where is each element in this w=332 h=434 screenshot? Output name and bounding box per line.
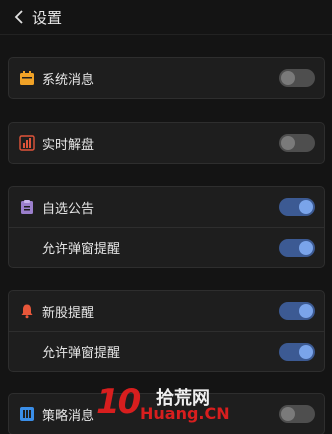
system-message-card: 系统消息 [8,57,325,99]
bell-icon [18,302,36,320]
toggle-knob [299,345,313,359]
watchlist-notice-card: 自选公告 允许弹窗提醒 [8,186,325,268]
back-arrow-icon[interactable] [8,7,30,27]
setting-label: 实时解盘 [42,137,95,153]
page-title: 设置 [32,8,63,27]
setting-row-watchlist-notice[interactable]: 自选公告 [9,187,324,227]
setting-label: 系统消息 [42,72,95,88]
live-analysis-card: 实时解盘 [8,122,325,164]
new-stock-popup-toggle[interactable] [279,343,315,361]
watermark-number: 10 [96,382,141,422]
setting-row-allow-popup[interactable]: 允许弹窗提醒 [9,331,324,371]
live-analysis-toggle[interactable] [279,134,315,152]
new-stock-card: 新股提醒 允许弹窗提醒 [8,290,325,372]
bar-chart-icon [18,134,36,152]
system-message-toggle[interactable] [279,69,315,87]
toggle-knob [281,136,295,150]
setting-label: 策略消息 [42,408,95,424]
toggle-knob [299,304,313,318]
header-divider [0,34,332,35]
setting-label: 允许弹窗提醒 [42,242,121,257]
setting-label: 新股提醒 [42,305,95,321]
watchlist-popup-toggle[interactable] [279,239,315,257]
calendar-icon [18,69,36,87]
strategy-icon [18,405,36,423]
setting-row-system-message[interactable]: 系统消息 [9,58,324,98]
strategy-message-toggle[interactable] [279,405,315,423]
toggle-knob [281,71,295,85]
toggle-knob [299,241,313,255]
watermark-en-text: Huang.CN [140,404,230,423]
setting-label: 允许弹窗提醒 [42,346,121,361]
watchlist-notice-toggle[interactable] [279,198,315,216]
setting-row-new-stock[interactable]: 新股提醒 [9,291,324,331]
setting-row-allow-popup[interactable]: 允许弹窗提醒 [9,227,324,267]
watermark-logo: 10 拾荒网 Huang.CN [96,382,236,428]
new-stock-toggle[interactable] [279,302,315,320]
clipboard-icon [18,198,36,216]
top-bar: 设置 [0,0,332,34]
setting-row-live-analysis[interactable]: 实时解盘 [9,123,324,163]
toggle-knob [299,200,313,214]
setting-label: 自选公告 [42,201,95,217]
toggle-knob [281,407,295,421]
